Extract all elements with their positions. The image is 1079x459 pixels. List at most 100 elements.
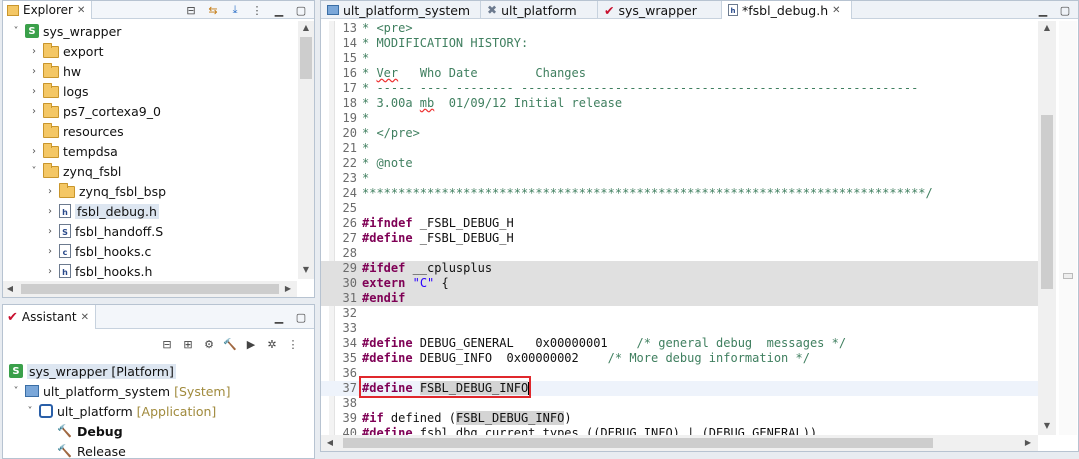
code-line[interactable]: 18 * 3.00a mb 01/09/12 Initial release <box>321 96 1038 111</box>
scroll-right-icon[interactable]: ▶ <box>281 284 295 293</box>
code-line[interactable]: 20 * </pre> <box>321 126 1038 141</box>
tree-item-export[interactable]: › export <box>29 41 104 61</box>
code-line[interactable]: 15 * <box>321 51 1038 66</box>
chevron-right-icon[interactable]: › <box>45 186 55 197</box>
tab-explorer[interactable]: Explorer ✕ <box>3 1 93 19</box>
code-line[interactable]: 26 #ifndef _FSBL_DEBUG_H <box>321 216 1038 231</box>
code-line[interactable]: 27 #define _FSBL_DEBUG_H <box>321 231 1038 246</box>
minimize-icon[interactable]: ▁ <box>272 3 286 17</box>
code-line[interactable]: 14 * MODIFICATION HISTORY: <box>321 36 1038 51</box>
maximize-icon[interactable]: ▢ <box>294 310 308 324</box>
editor-hscroll-thumb[interactable] <box>343 438 933 448</box>
explorer-hscroll-thumb[interactable] <box>21 284 279 294</box>
scroll-up-icon[interactable]: ▲ <box>298 23 314 32</box>
code-line[interactable]: 22 * @note <box>321 156 1038 171</box>
scroll-down-icon[interactable]: ▼ <box>298 265 314 274</box>
tree-item-resources[interactable]: resources <box>29 121 124 141</box>
code-line[interactable]: 19 * <box>321 111 1038 126</box>
import-icon[interactable]: ⤓ <box>228 3 242 17</box>
close-icon[interactable]: ✕ <box>81 312 89 323</box>
overview-ruler[interactable] <box>1059 21 1077 435</box>
tree-item-sys-wrapper[interactable]: ˅ S sys_wrapper <box>11 21 122 41</box>
code-line[interactable]: 13 * <pre> <box>321 21 1038 36</box>
tab-fsbl-debug-h[interactable]: h *fsbl_debug.h ✕ <box>722 1 852 19</box>
chevron-right-icon[interactable]: › <box>29 66 39 77</box>
assistant-item-ult-platform-system[interactable]: ˅ ult_platform_system [System] <box>11 381 231 401</box>
tree-item-zynq-fsbl[interactable]: ˅ zynq_fsbl <box>29 161 121 181</box>
close-icon[interactable]: ✕ <box>832 5 840 16</box>
code-line[interactable]: 24 **************************************… <box>321 186 1038 201</box>
code-editor[interactable]: 13 * <pre> 14 * MODIFICATION HISTORY: 15 * … <box>321 21 1061 435</box>
tree-item-zynq-fsbl-bsp[interactable]: › zynq_fsbl_bsp <box>45 181 166 201</box>
code-line-inactive[interactable]: 29 #ifdef __cplusplus <box>321 261 1038 276</box>
tree-item-fsbl-handoff-s[interactable]: › S fsbl_handoff.S <box>45 221 163 241</box>
code-line[interactable]: 17 * ----- ---- -------- ----------------… <box>321 81 1038 96</box>
code-line[interactable]: 34 #define DEBUG_GENERAL 0x00000001 /* ge… <box>321 336 1038 351</box>
run-icon[interactable]: ▶ <box>244 337 258 351</box>
code-line[interactable]: 35 #define DEBUG_INFO 0x00000002 /* More … <box>321 351 1038 366</box>
tree-item-logs[interactable]: › logs <box>29 81 89 101</box>
settings-gear-icon[interactable]: ⚙ <box>202 337 216 351</box>
code-line[interactable]: 16 * Ver Who Date Changes <box>321 66 1038 81</box>
editor-hscrollbar[interactable]: ◀ ▶ <box>321 435 1038 451</box>
view-menu-icon[interactable]: ⋮ <box>286 337 300 351</box>
minimize-icon[interactable]: ▁ <box>272 310 286 324</box>
tree-item-tempdsa[interactable]: › tempdsa <box>29 141 118 161</box>
assistant-item-release[interactable]: 🔨 Release <box>57 441 126 459</box>
chevron-right-icon[interactable]: › <box>29 106 39 117</box>
code-line[interactable]: 38 <box>321 396 1038 411</box>
chevron-down-icon[interactable]: ˅ <box>25 406 35 417</box>
build-hammer-icon[interactable]: 🔨 <box>223 337 237 351</box>
link-with-editor-icon[interactable]: ⇆ <box>206 3 220 17</box>
debug-bug-icon[interactable]: ✲ <box>265 337 279 351</box>
chevron-right-icon[interactable]: › <box>45 246 55 257</box>
tree-item-fsbl-hooks-h[interactable]: › h fsbl_hooks.h <box>45 261 152 281</box>
code-line[interactable]: 25 <box>321 201 1038 216</box>
tab-sys-wrapper[interactable]: ✔ sys_wrapper <box>598 1 722 19</box>
code-line-inactive[interactable]: 30 extern "C" { <box>321 276 1038 291</box>
scroll-down-icon[interactable]: ▼ <box>1038 421 1056 430</box>
tree-item-fsbl-debug-h[interactable]: › h fsbl_debug.h <box>45 201 159 221</box>
scroll-up-icon[interactable]: ▲ <box>1038 23 1056 32</box>
view-menu-icon[interactable]: ⋮ <box>250 3 264 17</box>
assistant-item-ult-platform[interactable]: ˅ ult_platform [Application] <box>25 401 217 421</box>
overview-marker[interactable] <box>1063 273 1073 279</box>
chevron-right-icon[interactable]: › <box>29 146 39 157</box>
collapse-all-icon[interactable]: ⊟ <box>184 3 198 17</box>
editor-scrollbar[interactable]: ▲ ▼ <box>1038 21 1056 435</box>
maximize-icon[interactable]: ▢ <box>294 3 308 17</box>
chevron-right-icon[interactable]: › <box>29 86 39 97</box>
code-line[interactable]: 39 #if defined (FSBL_DEBUG_INFO) <box>321 411 1038 426</box>
tab-ult-platform-system[interactable]: ult_platform_system <box>321 1 481 19</box>
assistant-item-debug[interactable]: 🔨 Debug <box>57 421 123 441</box>
minimize-icon[interactable]: ▁ <box>1036 3 1050 17</box>
explorer-scroll-thumb[interactable] <box>300 37 312 79</box>
tree-item-fsbl-hooks-c[interactable]: › c fsbl_hooks.c <box>45 241 151 261</box>
tab-ult-platform[interactable]: ✖ ult_platform <box>481 1 598 19</box>
chevron-right-icon[interactable]: › <box>45 206 55 217</box>
explorer-hscrollbar[interactable]: ◀ ▶ <box>3 281 297 297</box>
tree-item-ps7-cortexa9-0[interactable]: › ps7_cortexa9_0 <box>29 101 161 121</box>
tab-assistant[interactable]: ✔ Assistant ✕ <box>3 305 96 329</box>
chevron-down-icon[interactable]: ˅ <box>11 26 21 37</box>
collapse-all-icon[interactable]: ⊟ <box>160 337 174 351</box>
code-line[interactable]: 23 * <box>321 171 1038 186</box>
expand-all-icon[interactable]: ⊞ <box>181 337 195 351</box>
code-line[interactable]: 33 <box>321 321 1038 336</box>
explorer-scrollbar[interactable]: ▲ ▼ <box>298 21 314 279</box>
maximize-icon[interactable]: ▢ <box>1058 3 1072 17</box>
tree-item-hw[interactable]: › hw <box>29 61 81 81</box>
chevron-right-icon[interactable]: › <box>45 266 55 277</box>
code-line[interactable]: 21 * <box>321 141 1038 156</box>
chevron-down-icon[interactable]: ˅ <box>11 386 21 397</box>
chevron-right-icon[interactable]: › <box>29 46 39 57</box>
assistant-item-sys-wrapper[interactable]: S sys_wrapper [Platform] <box>9 361 176 381</box>
code-line[interactable]: 32 <box>321 306 1038 321</box>
editor-scroll-thumb[interactable] <box>1041 115 1053 289</box>
scroll-right-icon[interactable]: ▶ <box>1021 438 1035 447</box>
scroll-left-icon[interactable]: ◀ <box>3 284 17 293</box>
code-line-inactive[interactable]: 31 #endif <box>321 291 1038 306</box>
scroll-left-icon[interactable]: ◀ <box>323 438 337 447</box>
code-line[interactable]: 28 <box>321 246 1038 261</box>
chevron-down-icon[interactable]: ˅ <box>29 166 39 177</box>
